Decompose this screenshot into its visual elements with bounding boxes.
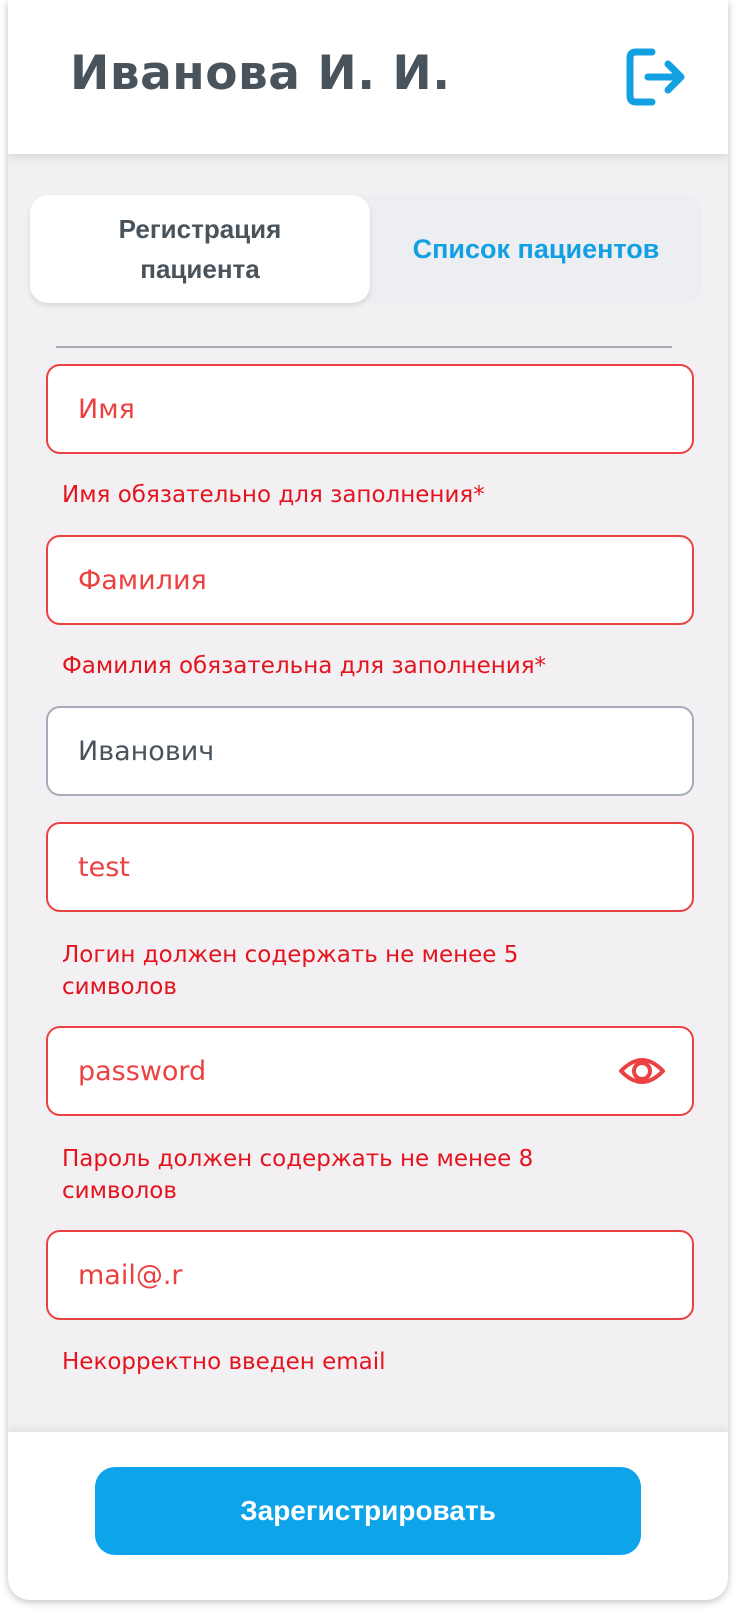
middle-name-input[interactable] bbox=[78, 708, 638, 794]
first-name-field bbox=[46, 364, 694, 454]
email-field bbox=[46, 1230, 694, 1320]
middle-name-field bbox=[46, 706, 694, 796]
password-input[interactable] bbox=[78, 1028, 638, 1114]
tab-patient-list[interactable]: Список пациентов bbox=[370, 195, 702, 303]
email-error: Некорректно введен email bbox=[62, 1349, 386, 1375]
login-error: Логин должен содержать не менее 5 символ… bbox=[62, 942, 519, 1000]
login-input[interactable] bbox=[78, 824, 638, 910]
page-title: Иванова И. И. bbox=[70, 46, 451, 101]
header: Иванова И. И. bbox=[8, 0, 728, 154]
tab-label: Регистрация пациента bbox=[118, 214, 282, 284]
last-name-error: Фамилия обязательна для заполнения* bbox=[62, 653, 547, 679]
last-name-input[interactable] bbox=[78, 537, 638, 623]
email-input[interactable] bbox=[78, 1232, 638, 1318]
tab-patient-registration[interactable]: Регистрация пациента bbox=[30, 195, 370, 303]
password-error: Пароль должен содержать не менее 8 симво… bbox=[62, 1146, 534, 1204]
tab-bar: Регистрация пациента Список пациентов bbox=[30, 195, 702, 303]
first-name-error: Имя обязательно для заполнения* bbox=[62, 482, 485, 508]
footer: Зарегистрировать bbox=[8, 1432, 728, 1600]
first-name-input[interactable] bbox=[78, 366, 638, 452]
eye-icon[interactable] bbox=[618, 1051, 666, 1091]
last-name-field bbox=[46, 535, 694, 625]
divider bbox=[56, 346, 672, 348]
app-screen: Иванова И. И. Регистрация пациента Списо… bbox=[8, 0, 728, 1600]
logout-icon[interactable] bbox=[622, 44, 688, 110]
register-button[interactable]: Зарегистрировать bbox=[95, 1467, 641, 1555]
login-field bbox=[46, 822, 694, 912]
password-field bbox=[46, 1026, 694, 1116]
tab-label: Список пациентов bbox=[412, 233, 660, 264]
